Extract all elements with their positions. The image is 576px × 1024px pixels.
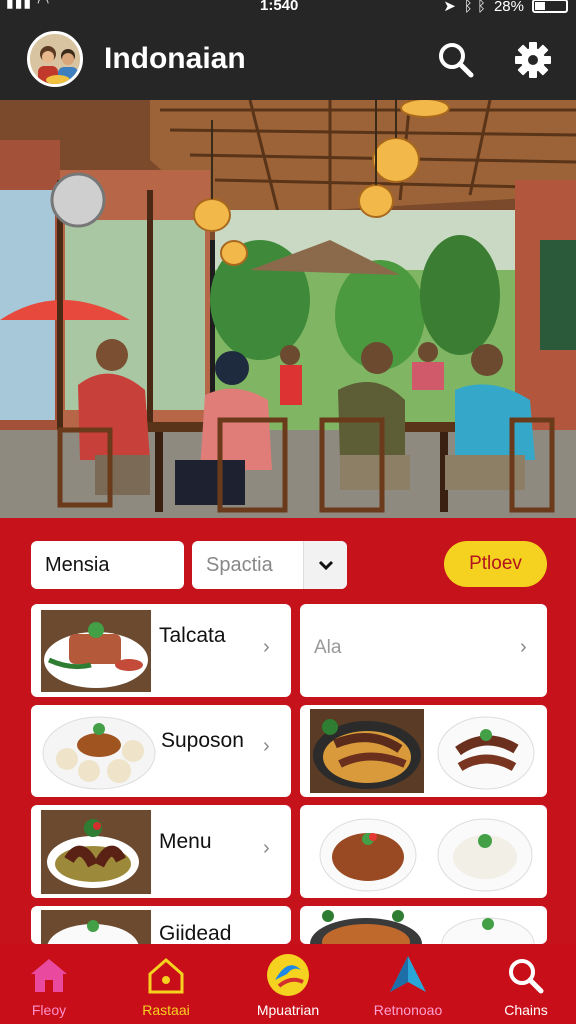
card-label: Suposon bbox=[161, 729, 244, 752]
location-icon: ➤ bbox=[443, 0, 456, 15]
chevron-right-icon: › bbox=[263, 837, 270, 859]
home-icon bbox=[31, 959, 67, 992]
menu-card-giidead[interactable]: Giidead bbox=[31, 906, 291, 944]
menu-card-suposon[interactable]: Suposon › bbox=[31, 705, 291, 797]
mixed-dish-icon bbox=[310, 910, 422, 944]
chevron-down-icon[interactable] bbox=[303, 541, 347, 589]
nav-menu[interactable]: Mpuatrian bbox=[233, 944, 343, 1024]
category-input-value: Mensia bbox=[45, 553, 110, 576]
rice-plate-icon bbox=[41, 910, 151, 944]
card-label: Giidead bbox=[159, 922, 232, 944]
eggplant-dish-icon bbox=[437, 716, 535, 790]
restaurant-hero-image bbox=[0, 100, 576, 518]
rice-dish-icon bbox=[437, 818, 533, 892]
chevron-right-icon: › bbox=[263, 735, 270, 757]
battery-icon bbox=[532, 0, 568, 13]
search-icon[interactable] bbox=[436, 40, 476, 80]
nav-label: Mpuatrian bbox=[256, 1002, 320, 1018]
nav-search[interactable]: Chains bbox=[471, 944, 576, 1024]
search-icon bbox=[509, 959, 544, 994]
bottom-nav: Fleoy Rastaai Mpuatrian Retnonoao Chains bbox=[0, 944, 576, 1024]
navigation-icon bbox=[390, 956, 426, 992]
status-time: 1:540 bbox=[260, 0, 299, 14]
nav-restaurants[interactable]: Rastaai bbox=[111, 944, 221, 1024]
style-select-placeholder: Spactia bbox=[206, 553, 273, 576]
app-header: ▮▮▮ ◠ 1:540 ➤ ᛒ ᛒ 28% Indonaian bbox=[0, 0, 576, 100]
gear-icon[interactable] bbox=[513, 40, 553, 80]
card-label: Talcata bbox=[159, 624, 226, 647]
nav-home[interactable]: Fleoy bbox=[0, 944, 104, 1024]
menu-card-menu[interactable]: Menu › bbox=[31, 805, 291, 898]
menu-card-rice-plates[interactable] bbox=[300, 906, 547, 944]
menu-card-noodles[interactable] bbox=[300, 705, 547, 797]
battery-percent: 28% bbox=[493, 0, 524, 15]
category-input[interactable]: Mensia bbox=[31, 541, 184, 589]
fried-noodles-icon bbox=[319, 818, 417, 892]
style-select[interactable]: Spactia bbox=[192, 541, 347, 589]
nav-label: Rastaai bbox=[142, 1002, 190, 1018]
card-label: Menu bbox=[159, 830, 212, 853]
rice-bowl-icon bbox=[441, 917, 535, 944]
menu-card-ala[interactable]: Ala › bbox=[300, 604, 547, 697]
status-bar: ▮▮▮ ◠ 1:540 ➤ ᛒ ᛒ 28% bbox=[0, 0, 576, 16]
noodles-dish-icon bbox=[310, 709, 424, 793]
chevron-right-icon: › bbox=[520, 636, 527, 658]
app-title: Indonaian bbox=[104, 42, 246, 75]
card-label: Ala bbox=[314, 637, 342, 658]
avatar[interactable] bbox=[27, 31, 83, 87]
nav-label: Chains bbox=[504, 1002, 548, 1018]
house-outline-icon bbox=[148, 958, 184, 994]
menu-card-talcata[interactable]: Talcata › bbox=[31, 604, 291, 697]
chef-badge-icon bbox=[267, 954, 309, 996]
beef-dish-icon bbox=[41, 610, 151, 692]
nav-label: Fleoy bbox=[31, 1002, 67, 1018]
dumplings-dish-icon bbox=[42, 716, 156, 790]
chevron-right-icon: › bbox=[263, 636, 270, 658]
action-pill-button[interactable]: Ptloev bbox=[444, 541, 547, 587]
nav-navigation[interactable]: Retnonoao bbox=[353, 944, 463, 1024]
curry-dish-icon bbox=[41, 810, 151, 894]
menu-card-fried-noodles[interactable] bbox=[300, 805, 547, 898]
signal-icon: ▮▮▮ ◠ bbox=[6, 0, 51, 10]
bluetooth-icon: ᛒ ᛒ bbox=[463, 0, 486, 15]
nav-label: Retnonoao bbox=[373, 1002, 443, 1018]
